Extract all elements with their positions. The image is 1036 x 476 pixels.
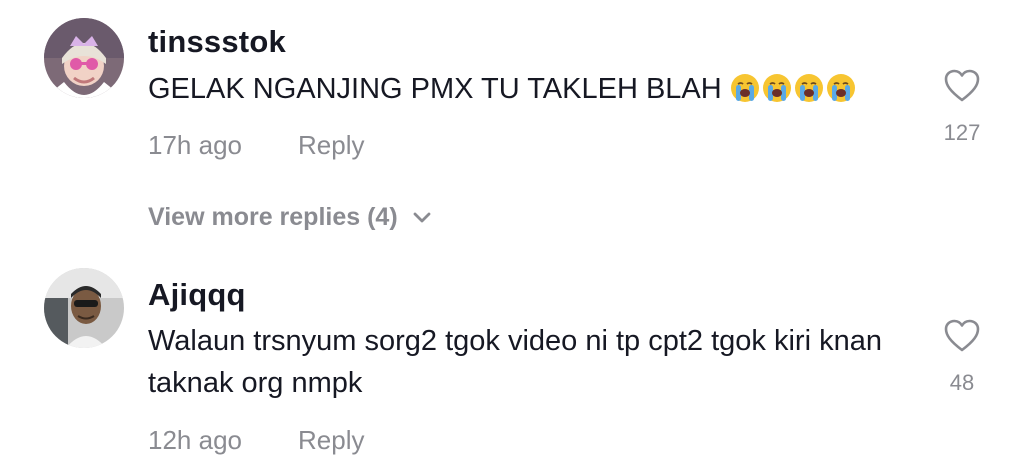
like-control: 127 [934,66,990,146]
comments-list: tinssstok GELAK NGANJING PMX TU TAKLEH B… [0,0,1036,476]
loudly-crying-face-icon [762,74,791,102]
reply-button[interactable]: Reply [298,425,364,456]
emoji-group [730,73,856,103]
heart-outline-icon[interactable] [942,316,982,356]
heart-outline-icon[interactable] [942,66,982,106]
comment-meta: 12h ago Reply [148,425,364,456]
avatar-image [44,18,124,98]
avatar[interactable] [44,268,124,348]
like-count: 48 [949,370,975,395]
view-more-replies-label: View more replies (4) [148,203,398,231]
loudly-crying-face-icon [730,74,759,102]
avatar[interactable] [44,18,124,98]
comment-item: Ajiqqq Walaun trsnyum sorg2 tgok video n… [0,260,1036,476]
comment-username[interactable]: tinssstok [148,24,286,60]
loudly-crying-face-icon [826,74,855,102]
comment-text: Walaun trsnyum sorg2 tgok video ni tp cp… [148,325,882,399]
like-count: 127 [943,120,981,145]
comment-text: GELAK NGANJING PMX TU TAKLEH BLAH [148,68,908,110]
loudly-crying-face-icon [794,74,823,102]
comment-username[interactable]: Ajiqqq [148,277,246,313]
comment-timestamp: 12h ago [148,425,242,455]
chevron-down-icon [413,212,431,222]
view-more-replies-button[interactable]: View more replies (4) [148,203,432,232]
reply-button[interactable]: Reply [298,130,364,161]
like-control: 48 [934,316,990,396]
comment-timestamp: 17h ago [148,130,242,160]
comment-meta: 17h ago Reply [148,130,364,161]
comment-text-content: GELAK NGANJING PMX TU TAKLEH BLAH [148,73,722,105]
comment-item: tinssstok GELAK NGANJING PMX TU TAKLEH B… [0,0,1036,260]
avatar-image [44,268,124,348]
